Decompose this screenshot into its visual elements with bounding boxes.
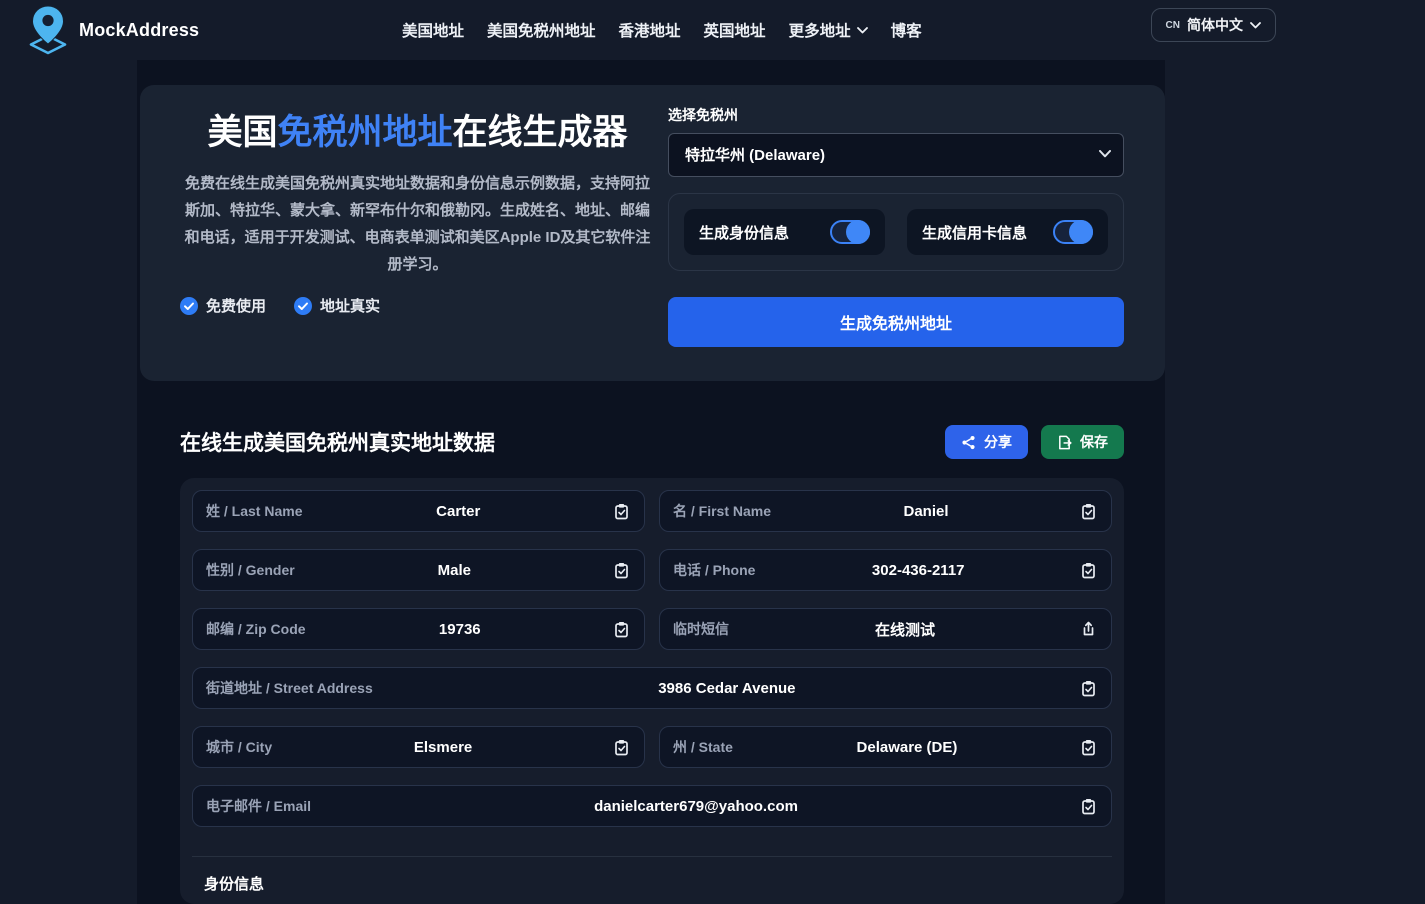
- field-value: 在线测试: [729, 619, 1081, 640]
- copy-icon[interactable]: [1081, 680, 1096, 697]
- field-value: Daniel: [771, 503, 1081, 520]
- language-code: CN: [1166, 20, 1180, 31]
- external-link-icon: [1081, 621, 1096, 637]
- fields-grid: 姓 / Last Name Carter 名 / First Name Dani…: [192, 490, 1112, 827]
- share-nodes-icon: [961, 435, 976, 450]
- nav-link-hk-address[interactable]: 香港地址: [619, 19, 681, 41]
- field-card: 性别 / Gender Male: [192, 549, 645, 591]
- hero-features: 免费使用 地址真实: [180, 295, 655, 316]
- field-label: 姓 / Last Name: [206, 501, 302, 521]
- copy-icon[interactable]: [614, 621, 629, 638]
- field-card: 姓 / Last Name Carter: [192, 490, 645, 532]
- field-label: 临时短信: [673, 619, 729, 639]
- field-card: 临时短信 在线测试: [659, 608, 1112, 650]
- field-label: 电子邮件 / Email: [206, 796, 311, 816]
- results-title: 在线生成美国免税州真实地址数据: [180, 427, 495, 457]
- field-value: 19736: [306, 621, 614, 638]
- field-label: 电话 / Phone: [673, 560, 755, 580]
- page-title: 美国免税州地址在线生成器: [203, 109, 633, 157]
- copy-icon[interactable]: [614, 503, 629, 520]
- field-card: 州 / State Delaware (DE): [659, 726, 1112, 768]
- check-circle-icon: [294, 297, 312, 315]
- copy-icon[interactable]: [614, 562, 629, 579]
- nav-link-uk-address[interactable]: 英国地址: [704, 19, 766, 41]
- copy-icon[interactable]: [1081, 739, 1096, 756]
- navbar: MockAddress 美国地址 美国免税州地址 香港地址 英国地址 更多地址 …: [0, 0, 1425, 60]
- main-content: 美国免税州地址在线生成器 免费在线生成美国免税州真实地址数据和身份信息示例数据，…: [137, 60, 1165, 904]
- chevron-down-icon: [857, 27, 868, 34]
- feature-free: 免费使用: [180, 295, 266, 316]
- field-label: 州 / State: [673, 737, 733, 757]
- field-value: Carter: [302, 503, 614, 520]
- location-pin-icon: [26, 5, 70, 55]
- credit-card-toggle-switch[interactable]: [1053, 220, 1093, 244]
- field-card: 电话 / Phone 302-436-2117: [659, 549, 1112, 591]
- field-label: 名 / First Name: [673, 501, 771, 521]
- field-value: Elsmere: [272, 739, 614, 756]
- nav-link-more-addresses[interactable]: 更多地址: [789, 19, 868, 41]
- field-value: Delaware (DE): [733, 739, 1081, 756]
- state-select[interactable]: 特拉华州 (Delaware): [668, 133, 1124, 177]
- hero-card: 美国免税州地址在线生成器 免费在线生成美国免税州真实地址数据和身份信息示例数据，…: [140, 85, 1165, 381]
- brand[interactable]: MockAddress: [26, 0, 199, 60]
- field-value: 3986 Cedar Avenue: [373, 680, 1081, 697]
- field-label: 街道地址 / Street Address: [206, 678, 373, 698]
- save-button[interactable]: 保存: [1041, 425, 1124, 459]
- generate-button[interactable]: 生成免税州地址: [668, 297, 1124, 347]
- check-circle-icon: [180, 297, 198, 315]
- nav-link-blog[interactable]: 博客: [891, 19, 922, 41]
- results-header: 在线生成美国免税州真实地址数据 分享 保存: [180, 425, 1124, 459]
- state-select-label: 选择免税州: [668, 105, 1124, 125]
- copy-icon[interactable]: [1081, 562, 1096, 579]
- toggle-identity-info: 生成身份信息: [684, 209, 885, 255]
- share-button[interactable]: 分享: [945, 425, 1028, 459]
- language-selector[interactable]: CN 简体中文: [1151, 8, 1276, 42]
- toggle-credit-card-info: 生成信用卡信息: [907, 209, 1108, 255]
- generator-controls: 选择免税州 特拉华州 (Delaware) 生成身份信息 生成信用卡信息: [668, 105, 1124, 381]
- identity-section-title: 身份信息: [192, 873, 1112, 894]
- page-title-highlight: 免税州地址: [277, 113, 452, 152]
- copy-icon[interactable]: [1081, 503, 1096, 520]
- field-value: Male: [295, 562, 614, 579]
- feature-real-address: 地址真实: [294, 295, 380, 316]
- field-card: 电子邮件 / Email danielcarter679@yahoo.com: [192, 785, 1112, 827]
- toggle-options: 生成身份信息 生成信用卡信息: [668, 193, 1124, 271]
- identity-toggle-switch[interactable]: [830, 220, 870, 244]
- language-label: 简体中文: [1187, 15, 1243, 35]
- hero-description: 免费在线生成美国免税州真实地址数据和身份信息示例数据，支持阿拉斯加、特拉华、蒙大…: [180, 170, 655, 278]
- field-value: 302-436-2117: [755, 562, 1081, 579]
- field-label: 城市 / City: [206, 737, 272, 757]
- copy-icon[interactable]: [1081, 621, 1096, 637]
- field-value: danielcarter679@yahoo.com: [311, 798, 1081, 815]
- copy-icon[interactable]: [614, 739, 629, 756]
- nav-link-us-address[interactable]: 美国地址: [402, 19, 464, 41]
- field-label: 邮编 / Zip Code: [206, 619, 306, 639]
- field-card: 城市 / City Elsmere: [192, 726, 645, 768]
- nav-link-us-taxfree-address[interactable]: 美国免税州地址: [487, 19, 596, 41]
- chevron-down-icon: [1250, 22, 1261, 29]
- brand-name: MockAddress: [79, 20, 199, 41]
- copy-icon[interactable]: [1081, 798, 1096, 815]
- hero-intro: 美国免税州地址在线生成器 免费在线生成美国免税州真实地址数据和身份信息示例数据，…: [180, 105, 655, 381]
- nav-links: 美国地址 美国免税州地址 香港地址 英国地址 更多地址 博客: [402, 0, 922, 60]
- results-panel: 姓 / Last Name Carter 名 / First Name Dani…: [180, 478, 1124, 904]
- file-export-icon: [1057, 435, 1072, 450]
- field-card: 邮编 / Zip Code 19736: [192, 608, 645, 650]
- field-card: 街道地址 / Street Address 3986 Cedar Avenue: [192, 667, 1112, 709]
- field-card: 名 / First Name Daniel: [659, 490, 1112, 532]
- field-label: 性别 / Gender: [206, 560, 295, 580]
- section-divider: [192, 856, 1112, 857]
